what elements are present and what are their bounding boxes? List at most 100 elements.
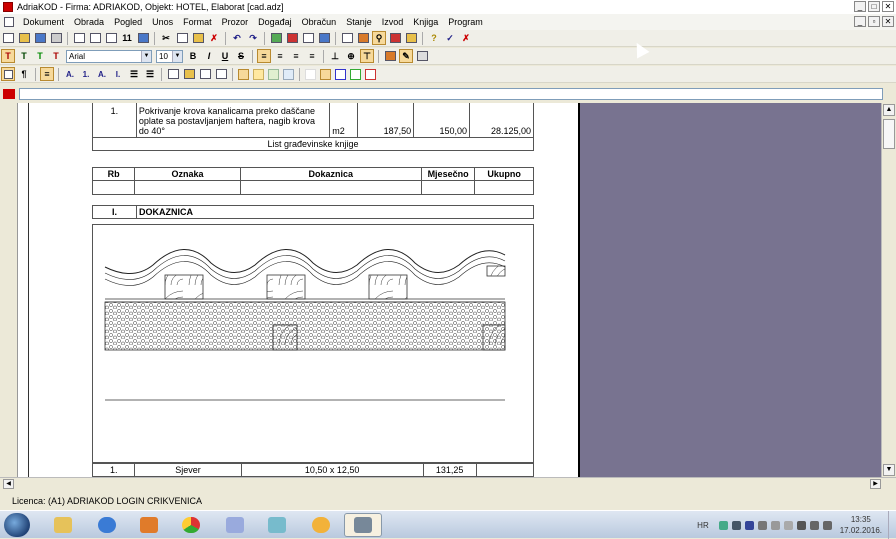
flag-icon[interactable]: [718, 520, 728, 530]
align-justify-icon[interactable]: ≡: [305, 49, 319, 63]
paragraph-style-icon[interactable]: [1, 67, 15, 81]
numbering-upper-alpha[interactable]: A.: [63, 67, 77, 81]
align-center-icon[interactable]: ≡: [273, 49, 287, 63]
open-folder-icon[interactable]: [17, 31, 31, 45]
help-icon[interactable]: ?: [427, 31, 441, 45]
align-right-icon[interactable]: ≡: [289, 49, 303, 63]
text-style-3[interactable]: T: [33, 49, 47, 63]
save-icon[interactable]: [33, 31, 47, 45]
insert-frame-icon[interactable]: [182, 67, 196, 81]
tray-app5-icon[interactable]: [783, 520, 793, 530]
wand-icon[interactable]: [404, 31, 418, 45]
camera-icon[interactable]: [388, 31, 402, 45]
border-style-4[interactable]: [283, 68, 294, 80]
menu-prozor[interactable]: Prozor: [217, 17, 254, 27]
drawing-frame[interactable]: [92, 224, 534, 463]
eraser-icon[interactable]: [415, 49, 429, 63]
menu-dogadjaj[interactable]: Događaj: [253, 17, 297, 27]
cut-icon[interactable]: ✂: [159, 31, 173, 45]
valign-middle-icon[interactable]: ⊕: [344, 49, 358, 63]
page-view-icon[interactable]: [136, 31, 150, 45]
tray-app3-icon[interactable]: [757, 520, 767, 530]
color-white[interactable]: [305, 68, 316, 80]
scroll-right-icon[interactable]: ▶: [870, 479, 881, 489]
edit-field[interactable]: [19, 88, 883, 100]
home-icon[interactable]: [285, 31, 299, 45]
taskbar-media[interactable]: [130, 513, 168, 537]
table-row[interactable]: 1. Sjever 10,50 x 12,50 131,25: [91, 463, 535, 477]
mdi-restore-button[interactable]: ▫: [868, 16, 880, 27]
taskbar-ie[interactable]: [88, 513, 126, 537]
italic-button[interactable]: I: [202, 49, 216, 63]
numbering-decimal[interactable]: 1.: [79, 67, 93, 81]
taskbar-paint[interactable]: [216, 513, 254, 537]
list-style-icon[interactable]: ≡: [40, 67, 54, 81]
vertical-scrollbar[interactable]: ▲ ▼: [881, 103, 896, 477]
table-row[interactable]: 1. Pokrivanje krova kanalicama preko daš…: [92, 103, 534, 138]
show-desktop-button[interactable]: [888, 511, 896, 539]
table-icon[interactable]: [317, 31, 331, 45]
search-icon[interactable]: ⚲: [372, 31, 386, 45]
volume-icon[interactable]: [822, 520, 832, 530]
font-name-select[interactable]: Arial ▼: [66, 49, 152, 63]
mdi-close-button[interactable]: ✕: [882, 16, 894, 27]
menu-stanje[interactable]: Stanje: [341, 17, 377, 27]
page-number-icon[interactable]: 11: [120, 31, 134, 45]
menu-knjiga[interactable]: Knjiga: [408, 17, 443, 27]
car-icon[interactable]: [356, 31, 370, 45]
numbering-roman[interactable]: I.: [111, 67, 125, 81]
tray-app2-icon[interactable]: [744, 520, 754, 530]
taskbar-explorer[interactable]: [44, 513, 82, 537]
taskbar-adriakod[interactable]: [344, 513, 382, 537]
zoom-width-icon[interactable]: [104, 31, 118, 45]
menu-obrada[interactable]: Obrada: [69, 17, 109, 27]
text-style-normal[interactable]: T: [1, 49, 15, 63]
bold-button[interactable]: B: [186, 49, 200, 63]
redo-icon[interactable]: ↷: [246, 31, 260, 45]
taskbar-chrome[interactable]: [172, 513, 210, 537]
color-blue[interactable]: [335, 68, 346, 80]
export-icon[interactable]: [340, 31, 354, 45]
valign-bottom-icon[interactable]: ⊥: [328, 49, 342, 63]
insert-image-icon[interactable]: [198, 67, 212, 81]
undo-icon[interactable]: ↶: [230, 31, 244, 45]
doc-menu-icon[interactable]: [4, 17, 14, 27]
new-document-icon[interactable]: [1, 31, 15, 45]
border-style-1[interactable]: [238, 68, 249, 80]
text-style-4[interactable]: T: [49, 49, 63, 63]
text-style-2[interactable]: T: [17, 49, 31, 63]
menu-obracun[interactable]: Obračun: [297, 17, 342, 27]
tray-app4-icon[interactable]: [770, 520, 780, 530]
scroll-thumb[interactable]: [883, 119, 895, 149]
section-row[interactable]: I. DOKAZNICA: [92, 205, 534, 219]
delete-icon[interactable]: ✗: [207, 31, 221, 45]
scroll-left-icon[interactable]: ◀: [3, 479, 14, 489]
valign-top-icon[interactable]: ⊤: [360, 49, 374, 63]
font-size-select[interactable]: 10 ▼: [156, 49, 183, 63]
fill-color-icon[interactable]: [383, 49, 397, 63]
form-icon[interactable]: [301, 31, 315, 45]
align-left-icon[interactable]: ≡: [257, 49, 271, 63]
menu-izvod[interactable]: Izvod: [377, 17, 409, 27]
copy-icon[interactable]: [175, 31, 189, 45]
windows-start-icon[interactable]: [4, 513, 30, 537]
refresh-icon[interactable]: [269, 31, 283, 45]
document-page[interactable]: 1. Pokrivanje krova kanalicama preko daš…: [18, 103, 580, 477]
network-icon[interactable]: [809, 520, 819, 530]
bullet-list-icon[interactable]: ☰: [127, 67, 141, 81]
border-style-2[interactable]: [253, 68, 264, 80]
indent-icon[interactable]: ☰: [143, 67, 157, 81]
color-green[interactable]: [350, 68, 361, 80]
close-button[interactable]: ✕: [882, 1, 894, 12]
minimize-button[interactable]: _: [854, 1, 866, 12]
menu-dokument[interactable]: Dokument: [18, 17, 69, 27]
menu-unos[interactable]: Unos: [147, 17, 178, 27]
paragraph-mark-icon[interactable]: ¶: [17, 67, 31, 81]
mdi-minimize-button[interactable]: _: [854, 16, 866, 27]
language-indicator[interactable]: HR: [697, 521, 709, 530]
tray-app6-icon[interactable]: [796, 520, 806, 530]
taskbar-network[interactable]: [302, 513, 340, 537]
border-style-3[interactable]: [268, 68, 279, 80]
close-tool-icon[interactable]: ✗: [459, 31, 473, 45]
insert-picture-icon[interactable]: [166, 67, 180, 81]
